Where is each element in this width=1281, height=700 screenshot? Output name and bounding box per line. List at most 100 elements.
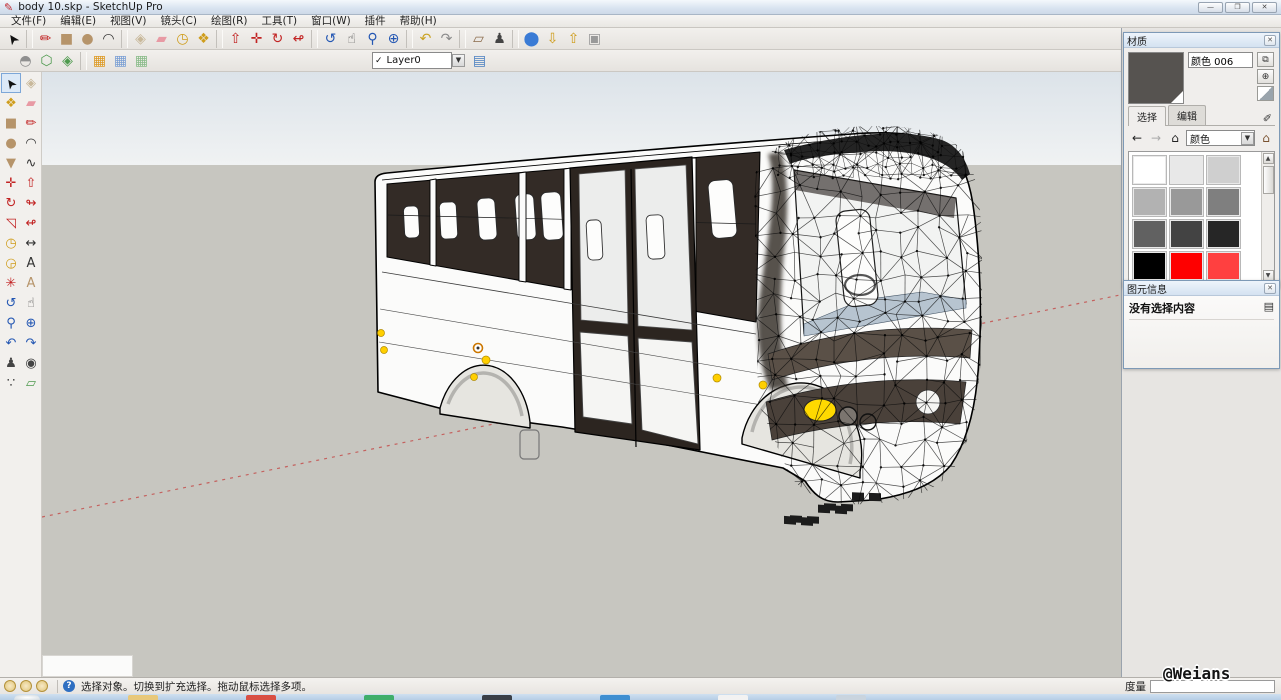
zoom-tool-icon[interactable]: ⚲ bbox=[1, 313, 21, 333]
layer-dropdown[interactable]: ✓ Layer0 bbox=[372, 52, 452, 69]
help-question-icon[interactable]: ? bbox=[63, 680, 75, 692]
section-plane-icon[interactable]: ▱ bbox=[468, 29, 489, 49]
layer-manager-icon[interactable]: ▤ bbox=[469, 51, 490, 71]
menu-item-0[interactable]: 文件(F) bbox=[4, 15, 53, 28]
pan-tool-icon[interactable]: ☝ bbox=[341, 29, 362, 49]
geolocation-icon-1[interactable] bbox=[4, 680, 16, 692]
scroll-up-icon[interactable]: ▲ bbox=[1263, 153, 1274, 164]
rotate-tool-icon[interactable]: ↻ bbox=[267, 29, 288, 49]
text-tool-icon[interactable]: A bbox=[21, 253, 41, 273]
menu-item-7[interactable]: 插件 bbox=[358, 15, 393, 28]
3d-text-tool-icon[interactable]: A bbox=[21, 273, 41, 293]
get-current-view-icon[interactable]: ⇩ bbox=[542, 29, 563, 49]
secondary-pane-icon[interactable]: ⧉ bbox=[1257, 52, 1274, 67]
rotate-tool-icon[interactable]: ↻ bbox=[1, 193, 21, 213]
entity-info-close-icon[interactable]: ✕ bbox=[1264, 283, 1276, 294]
follow-me-tool-icon[interactable]: ↬ bbox=[21, 193, 41, 213]
create-material-icon[interactable]: ⊕ bbox=[1257, 69, 1274, 84]
freehand-tool-icon[interactable]: ∿ bbox=[21, 153, 41, 173]
axes-tool-icon[interactable]: ✳ bbox=[1, 273, 21, 293]
sample-paint-icon[interactable]: ✐ bbox=[1260, 112, 1275, 125]
protractor-tool-icon[interactable]: ◶ bbox=[1, 253, 21, 273]
polygon-tool-icon[interactable]: ▼ bbox=[1, 153, 21, 173]
minimize-button[interactable]: — bbox=[1198, 2, 1223, 13]
home-icon[interactable]: ⌂ bbox=[1167, 131, 1183, 145]
menu-item-6[interactable]: 窗口(W) bbox=[304, 15, 358, 28]
zoom-extents-icon[interactable]: ⊕ bbox=[21, 313, 41, 333]
forward-arrow-icon[interactable]: → bbox=[1148, 131, 1164, 145]
close-button[interactable]: ✕ bbox=[1252, 2, 1277, 13]
paint-bucket-icon[interactable]: ❖ bbox=[1, 93, 21, 113]
eraser-tool-icon[interactable]: ▰ bbox=[21, 93, 41, 113]
push-pull-tool-icon[interactable]: ⇧ bbox=[21, 173, 41, 193]
circle-tool-icon[interactable]: ● bbox=[77, 29, 98, 49]
menu-item-3[interactable]: 镜头(C) bbox=[153, 15, 204, 28]
taskbar-dark-app-icon[interactable] bbox=[482, 695, 512, 700]
restore-button[interactable]: ❐ bbox=[1225, 2, 1250, 13]
scale-tool-icon[interactable]: ◹ bbox=[1, 213, 21, 233]
material-name-input[interactable] bbox=[1188, 52, 1253, 68]
position-camera-icon[interactable]: ♟ bbox=[489, 29, 510, 49]
previous-view-icon[interactable]: ↶ bbox=[1, 333, 21, 353]
geolocation-icon-2[interactable] bbox=[20, 680, 32, 692]
menu-item-1[interactable]: 编辑(E) bbox=[53, 15, 103, 28]
tab-edit[interactable]: 编辑 bbox=[1168, 105, 1206, 125]
back-arrow-icon[interactable]: ← bbox=[1129, 131, 1145, 145]
color-swatch-7[interactable] bbox=[1169, 219, 1204, 249]
xray-style-icon[interactable]: ▦ bbox=[89, 51, 110, 71]
windows-taskbar[interactable] bbox=[0, 694, 1281, 700]
make-component-icon[interactable]: ◈ bbox=[21, 73, 41, 93]
google-earth-icon[interactable]: ⬤ bbox=[521, 29, 542, 49]
place-model-icon[interactable]: ⇧ bbox=[563, 29, 584, 49]
color-swatch-5[interactable] bbox=[1206, 187, 1241, 217]
menu-item-5[interactable]: 工具(T) bbox=[254, 15, 304, 28]
next-view-icon[interactable]: ↷ bbox=[436, 29, 457, 49]
photo-textures-icon[interactable]: ▣ bbox=[584, 29, 605, 49]
zoom-extents-icon[interactable]: ⊕ bbox=[383, 29, 404, 49]
viewport-canvas[interactable] bbox=[42, 72, 1121, 677]
dimension-tool-icon[interactable]: ↔ bbox=[21, 233, 41, 253]
geolocation-icon-3[interactable] bbox=[36, 680, 48, 692]
arc-tool-icon[interactable]: ◠ bbox=[21, 133, 41, 153]
mesh-sphere-icon[interactable]: ◈ bbox=[57, 51, 78, 71]
move-tool-icon[interactable]: ✛ bbox=[1, 173, 21, 193]
soften-edges-icon[interactable]: ◓ bbox=[15, 51, 36, 71]
wireframe-style-icon[interactable]: ▦ bbox=[110, 51, 131, 71]
color-swatch-11[interactable] bbox=[1206, 251, 1241, 281]
menu-item-2[interactable]: 视图(V) bbox=[103, 15, 153, 28]
taskbar-gray-app-icon[interactable] bbox=[836, 695, 866, 700]
section-plane-icon[interactable]: ▱ bbox=[21, 373, 41, 393]
position-camera-icon[interactable]: ♟ bbox=[1, 353, 21, 373]
collection-dropdown[interactable]: 颜色 ▼ bbox=[1186, 130, 1255, 146]
offset-tool-icon[interactable]: ↫ bbox=[288, 29, 309, 49]
paint-bucket-icon[interactable]: ❖ bbox=[193, 29, 214, 49]
color-swatch-10[interactable] bbox=[1169, 251, 1204, 281]
color-swatch-0[interactable] bbox=[1132, 155, 1167, 185]
line-tool-icon[interactable]: ✏ bbox=[35, 29, 56, 49]
circle-tool-icon[interactable]: ● bbox=[1, 133, 21, 153]
move-tool-icon[interactable]: ✛ bbox=[246, 29, 267, 49]
walk-tool-icon[interactable]: ∵ bbox=[1, 373, 21, 393]
tape-measure-icon[interactable]: ◷ bbox=[172, 29, 193, 49]
orbit-tool-icon[interactable]: ↺ bbox=[320, 29, 341, 49]
taskbar-green-app-icon[interactable] bbox=[364, 695, 394, 700]
menu-item-4[interactable]: 绘图(R) bbox=[204, 15, 255, 28]
zoom-tool-icon[interactable]: ⚲ bbox=[362, 29, 383, 49]
previous-view-icon[interactable]: ↶ bbox=[415, 29, 436, 49]
taskbar-red-app-icon[interactable] bbox=[246, 695, 276, 700]
color-swatch-6[interactable] bbox=[1132, 219, 1167, 249]
color-swatch-1[interactable] bbox=[1169, 155, 1204, 185]
default-material-swatch[interactable] bbox=[1257, 86, 1274, 101]
color-swatch-2[interactable] bbox=[1206, 155, 1241, 185]
layer-dropdown-arrow-icon[interactable]: ▼ bbox=[452, 54, 465, 67]
offset-tool-icon[interactable]: ↫ bbox=[21, 213, 41, 233]
swatch-scrollbar[interactable]: ▲ ▼ bbox=[1261, 152, 1274, 282]
next-view-icon[interactable]: ↷ bbox=[21, 333, 41, 353]
rectangle-tool-icon[interactable]: ■ bbox=[1, 113, 21, 133]
scroll-thumb[interactable] bbox=[1263, 166, 1274, 194]
select-tool-icon[interactable]: ➤ bbox=[1, 73, 21, 93]
taskbar-folder-icon[interactable] bbox=[128, 695, 158, 700]
color-swatch-4[interactable] bbox=[1169, 187, 1204, 217]
menu-item-8[interactable]: 帮助(H) bbox=[393, 15, 444, 28]
rectangle-tool-icon[interactable]: ■ bbox=[56, 29, 77, 49]
